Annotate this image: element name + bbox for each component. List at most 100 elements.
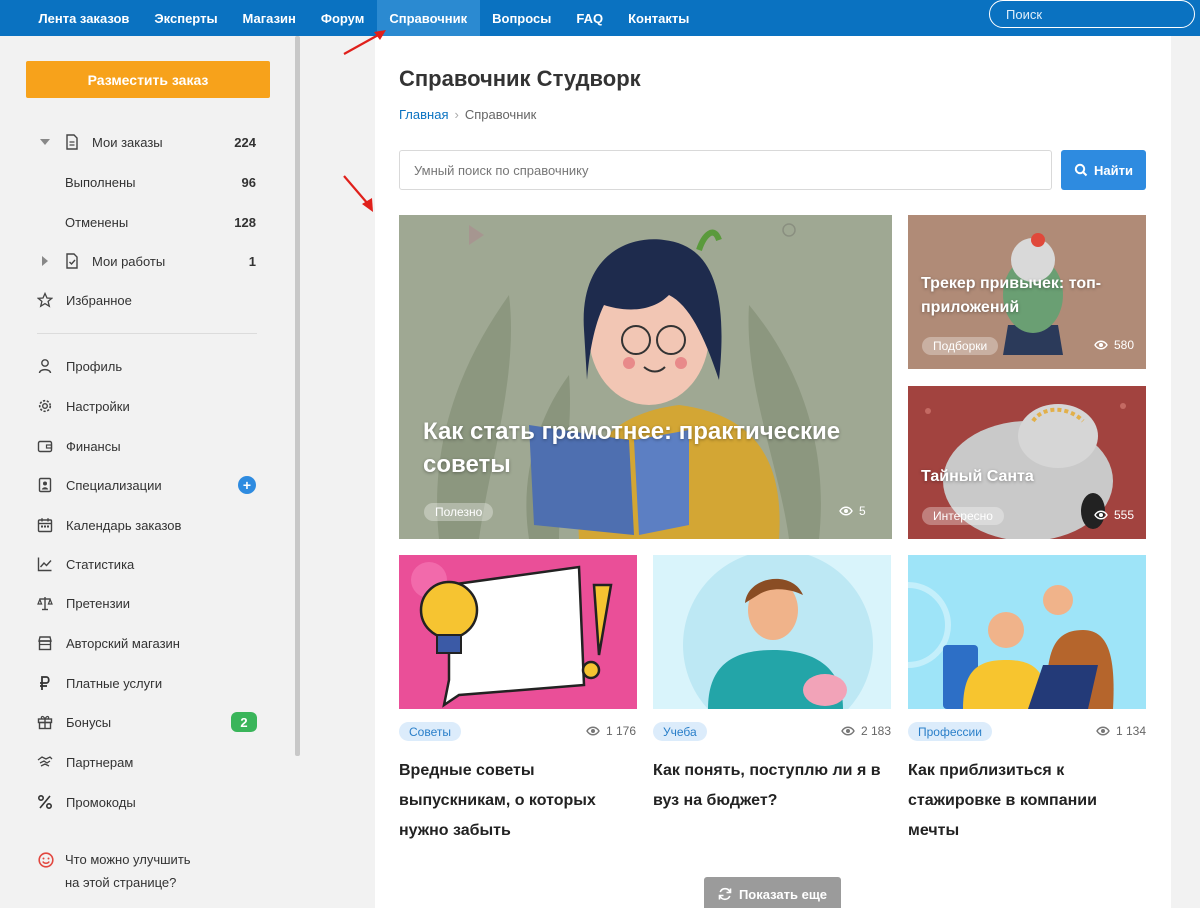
sidebar-item-settings[interactable]: Настройки: [0, 394, 296, 418]
sidebar-item-specializations[interactable]: Специализации +: [0, 473, 296, 497]
sidebar-item-favorites[interactable]: Избранное: [0, 288, 296, 312]
show-more-label: Показать еще: [738, 886, 828, 902]
sidebar-item-label: Мои работы: [92, 253, 166, 269]
annotation-arrow-icon: [343, 175, 373, 212]
card-title-advice[interactable]: Вредные советы выпускникам, о которых ну…: [399, 756, 639, 846]
article-card-featured[interactable]: Как стать грамотнее: практические советы…: [399, 215, 892, 539]
lightbulb-illustration: [399, 555, 637, 709]
ruble-icon: [40, 676, 50, 690]
calendar-icon: [37, 518, 53, 533]
sidebar-item-label: Специализации: [66, 477, 162, 493]
article-card-santa[interactable]: Тайный Санта Интересно 555: [908, 386, 1146, 539]
santa-card-title: Тайный Санта: [921, 468, 1034, 485]
views-count: 5: [859, 504, 866, 518]
show-more-button[interactable]: Показать еще: [704, 877, 841, 908]
document-check-icon: [66, 253, 78, 269]
card-tag-study[interactable]: Учеба: [653, 722, 707, 741]
tracker-card-views: 580: [1094, 338, 1134, 352]
nav-item-experts[interactable]: Эксперты: [142, 0, 230, 36]
nav-item-faq[interactable]: FAQ: [564, 0, 616, 36]
card-image-advice[interactable]: [399, 555, 637, 709]
document-icon: [66, 134, 78, 150]
place-order-button[interactable]: Разместить заказ: [26, 61, 270, 98]
eye-icon: [841, 726, 855, 736]
user-icon: [38, 359, 52, 374]
eye-icon: [839, 506, 853, 516]
sidebar-item-my-orders[interactable]: Мои заказы 224: [0, 130, 296, 154]
sidebar-item-finance[interactable]: Финансы: [0, 434, 296, 458]
sidebar-item-promocodes[interactable]: Промокоды: [0, 790, 296, 814]
sidebar-item-label: Профиль: [66, 358, 123, 374]
find-button[interactable]: Найти: [1061, 150, 1146, 190]
sidebar-item-label: Бонусы: [66, 714, 112, 730]
feedback-line-2: на этой странице?: [65, 875, 177, 890]
gear-icon: [38, 399, 52, 413]
sidebar-item-cancelled[interactable]: Отменены 128: [0, 210, 296, 234]
nav-item-questions[interactable]: Вопросы: [480, 0, 564, 36]
tracker-card-title: Трекер привычек: топ- приложений: [921, 272, 1141, 320]
santa-card-tag[interactable]: Интересно: [922, 507, 1004, 525]
sidebar-item-author-shop[interactable]: Авторский магазин: [0, 631, 296, 655]
breadcrumb: Главная › Справочник: [399, 107, 536, 122]
card-tag-advice[interactable]: Советы: [399, 722, 461, 741]
sidebar-scrollbar[interactable]: [295, 36, 300, 756]
sidebar-item-claims[interactable]: Претензии: [0, 591, 296, 615]
sidebar-item-statistics[interactable]: Статистика: [0, 552, 296, 576]
top-search: [989, 0, 1195, 28]
featured-title-line-2: советы: [423, 451, 511, 478]
top-search-input[interactable]: [1006, 6, 1182, 22]
eye-icon: [1096, 726, 1110, 736]
sidebar-item-profile[interactable]: Профиль: [0, 354, 296, 378]
card-tag-professions[interactable]: Профессии: [908, 722, 992, 741]
sidebar-item-label: Календарь заказов: [66, 517, 182, 533]
smile-icon: [38, 852, 54, 868]
breadcrumb-home[interactable]: Главная: [399, 107, 448, 122]
featured-card-views: 5: [839, 504, 866, 518]
card-image-professions[interactable]: [908, 555, 1146, 709]
sidebar-divider: [37, 333, 257, 334]
featured-card-title: Как стать грамотнее: практические советы: [423, 415, 883, 481]
add-specialization-icon[interactable]: +: [238, 476, 256, 494]
annotation-arrow-icon: [343, 30, 386, 55]
page-title: Справочник Студворк: [399, 66, 641, 91]
article-card-tracker[interactable]: Трекер привычек: топ- приложений Подборк…: [908, 215, 1146, 369]
nav-item-reference[interactable]: Справочник: [376, 0, 480, 36]
cancelled-count: 128: [234, 214, 256, 230]
card-views-professions: 1 134: [1096, 724, 1146, 738]
scales-icon: [37, 597, 53, 611]
search-icon: [1074, 163, 1088, 177]
sidebar-item-label: Промокоды: [66, 794, 136, 810]
sidebar-item-done[interactable]: Выполнены 96: [0, 170, 296, 194]
sidebar-item-bonuses[interactable]: Бонусы 2: [0, 710, 296, 734]
office-illustration: [908, 555, 1146, 709]
card-image-study[interactable]: [653, 555, 891, 709]
eye-icon: [1094, 510, 1108, 520]
card-title-study[interactable]: Как понять, поступлю ли я в вуз на бюдже…: [653, 756, 893, 816]
featured-card-tag[interactable]: Полезно: [424, 503, 494, 521]
sidebar-item-label: Претензии: [66, 595, 131, 611]
tracker-card-tag[interactable]: Подборки: [922, 337, 999, 355]
caret-down-icon[interactable]: [40, 137, 50, 147]
percent-icon: [37, 794, 53, 810]
card-title-professions[interactable]: Как приблизиться к стажировке в компании…: [908, 756, 1148, 846]
featured-title-line-1: Как стать грамотнее: практические: [423, 418, 841, 445]
id-card-icon: [38, 477, 52, 493]
sidebar-item-partners[interactable]: Партнерам: [0, 750, 296, 774]
top-nav: Лента заказов Эксперты Магазин Форум Спр…: [0, 0, 1200, 36]
handshake-icon: [37, 756, 53, 767]
eye-icon: [1094, 340, 1108, 350]
orders-count: 224: [234, 134, 256, 150]
nav-item-orders-feed[interactable]: Лента заказов: [26, 0, 142, 36]
views-count: 2 183: [861, 724, 892, 738]
sidebar-item-paid-services[interactable]: Платные услуги: [0, 671, 296, 695]
reference-search-input[interactable]: [414, 162, 1037, 178]
views-count: 580: [1114, 338, 1135, 352]
sidebar-item-label: Избранное: [66, 292, 132, 308]
sidebar-item-calendar[interactable]: Календарь заказов: [0, 513, 296, 537]
sidebar-item-my-works[interactable]: Мои работы 1: [0, 249, 296, 273]
nav-item-contacts[interactable]: Контакты: [616, 0, 702, 36]
sidebar-item-label: Авторский магазин: [66, 635, 180, 651]
caret-right-icon[interactable]: [40, 256, 50, 266]
nav-item-shop[interactable]: Магазин: [230, 0, 308, 36]
views-count: 1 176: [606, 724, 637, 738]
